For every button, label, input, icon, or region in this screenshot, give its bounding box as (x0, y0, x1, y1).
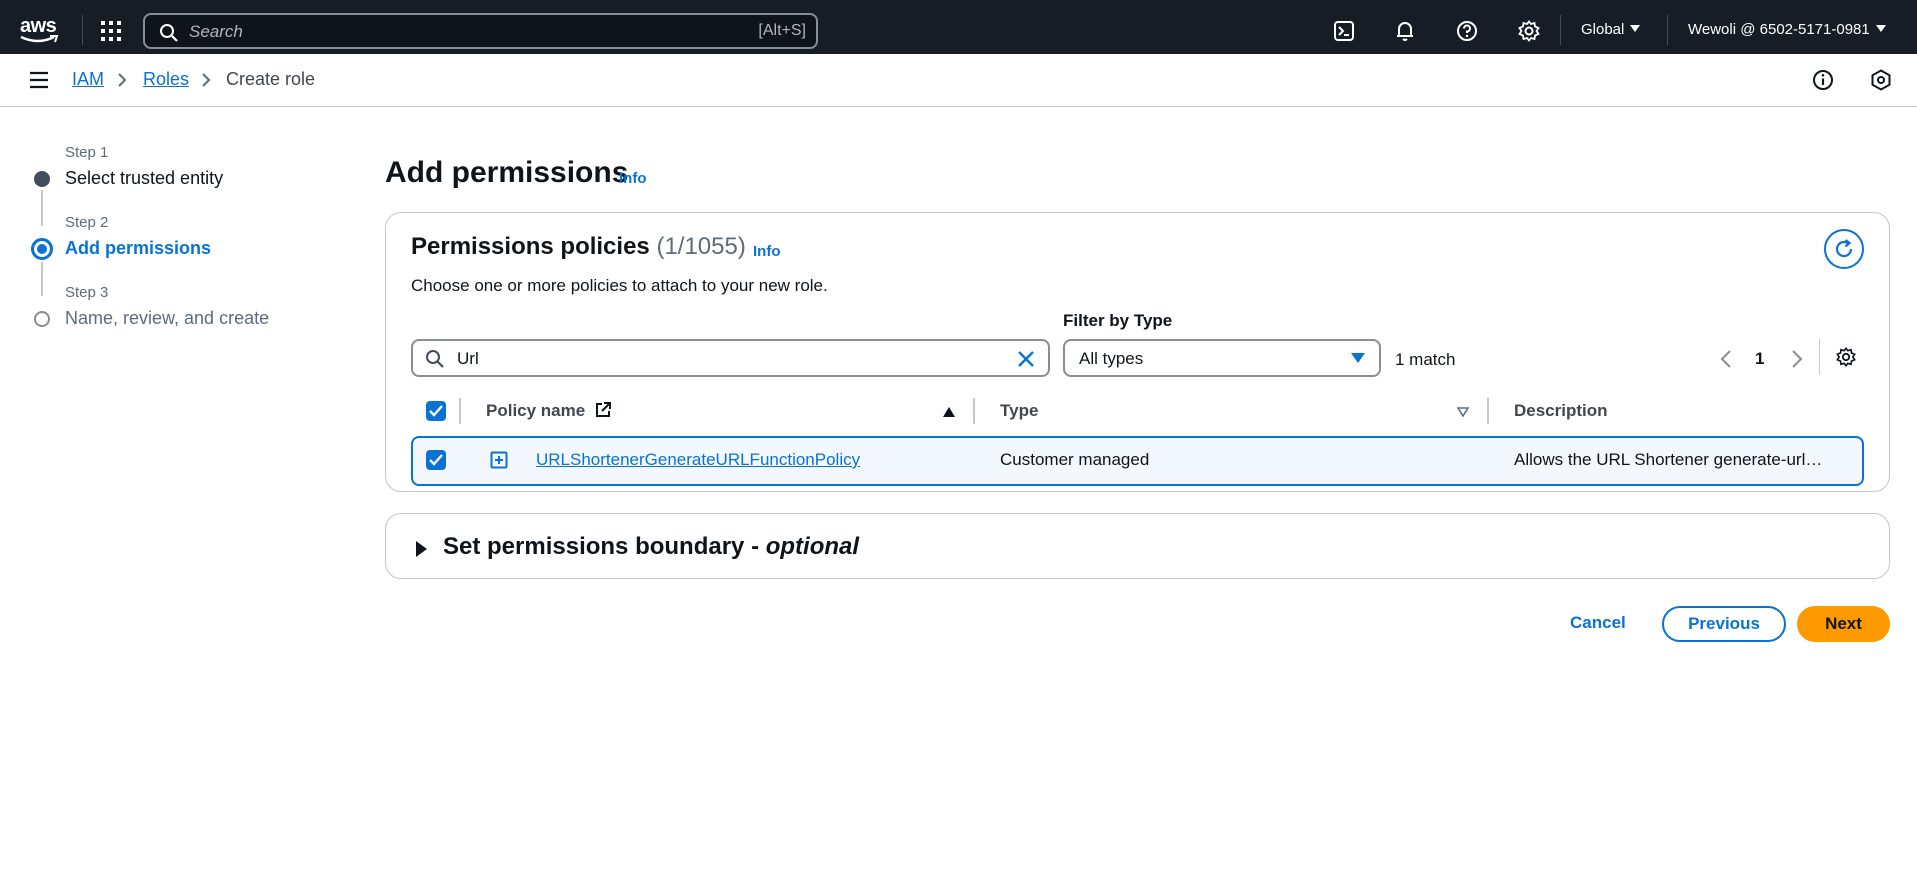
external-link-icon (595, 402, 611, 417)
panel-title-text: Permissions policies (411, 233, 650, 260)
nav-divider (1667, 15, 1668, 45)
clear-search-icon[interactable] (1016, 349, 1036, 374)
aws-logo[interactable]: aws (20, 15, 62, 45)
global-search-input[interactable]: Search [Alt+S] (143, 13, 818, 49)
nav-divider (1560, 15, 1561, 45)
account-label: Wewoli @ 6502-5171-0981 (1688, 21, 1870, 38)
caret-down-icon (1875, 25, 1886, 32)
policy-type: Customer managed (1000, 450, 1150, 469)
sort-ascending-icon[interactable] (943, 407, 955, 417)
refresh-button[interactable] (1824, 229, 1864, 269)
hexagon-settings-icon[interactable] (1870, 69, 1892, 91)
region-label: Global (1581, 21, 1625, 38)
services-grid-icon[interactable] (100, 20, 122, 42)
column-divider (459, 398, 461, 424)
menu-hamburger-icon[interactable] (29, 71, 49, 89)
search-value: Url (457, 349, 479, 368)
region-selector[interactable]: Global (1581, 21, 1641, 38)
next-page-icon[interactable] (1791, 349, 1803, 374)
top-navigation: aws Search [Alt+S] Global Wewoli @ 6502-… (0, 0, 1917, 54)
panel-title: Permissions policies (1/1055) (411, 233, 746, 261)
sort-descending-icon[interactable] (1457, 407, 1469, 417)
step-3-title: Name, review, and create (65, 308, 270, 328)
checkmark-icon (429, 454, 443, 466)
caret-right-icon (416, 541, 427, 557)
current-page-number[interactable]: 1 (1755, 349, 1764, 369)
select-all-checkbox[interactable] (426, 401, 446, 421)
account-menu[interactable]: Wewoli @ 6502-5171-0981 (1688, 21, 1886, 38)
step-1-title[interactable]: Select trusted entity (65, 168, 223, 189)
permissions-boundary-title[interactable]: Set permissions boundary - optional (443, 533, 859, 561)
cloudshell-icon[interactable] (1333, 20, 1355, 42)
breadcrumb-roles[interactable]: Roles (143, 69, 189, 90)
search-placeholder: Search (189, 22, 243, 41)
column-header-description[interactable]: Description (1514, 401, 1608, 421)
search-icon (425, 349, 445, 374)
column-divider (1487, 398, 1489, 424)
filter-type-select[interactable]: All types (1063, 339, 1381, 377)
caret-down-icon (1351, 353, 1365, 363)
breadcrumb-current: Create role (226, 69, 316, 89)
info-panel-icon[interactable] (1812, 69, 1834, 91)
step-1-label: Step 1 (65, 144, 109, 161)
page-title: Add permissions (385, 156, 629, 189)
next-button[interactable]: Next (1797, 606, 1890, 642)
policy-description: Allows the URL Shortener generate-url… (1514, 450, 1823, 469)
step-3-label: Step 3 (65, 284, 109, 301)
step-2-label: Step 2 (65, 214, 109, 231)
policy-search-input[interactable]: Url (411, 339, 1050, 377)
step-completed-dot-icon (34, 171, 50, 187)
pager-divider (1819, 339, 1820, 375)
filter-type-value: All types (1079, 349, 1144, 368)
expand-row-plus-icon[interactable] (490, 451, 508, 474)
step-connector (41, 262, 43, 296)
search-shortcut-hint: [Alt+S] (758, 22, 806, 39)
help-icon[interactable] (1456, 20, 1478, 42)
caret-down-icon (1630, 25, 1641, 32)
table-preferences-gear-icon[interactable] (1836, 347, 1856, 372)
refresh-icon (1835, 239, 1853, 258)
column-header-policy-name-text: Policy name (486, 401, 586, 420)
filter-by-type-label: Filter by Type (1063, 311, 1173, 330)
step-active-dot-icon (31, 238, 53, 260)
cancel-button[interactable]: Cancel (1570, 613, 1626, 633)
column-header-policy-name[interactable]: Policy name (486, 401, 612, 421)
panel-description: Choose one or more policies to attach to… (411, 276, 828, 295)
previous-page-icon[interactable] (1720, 349, 1732, 374)
step-2-title: Add permissions (65, 238, 212, 258)
page-info-link[interactable]: Info (619, 170, 647, 187)
policy-name-link[interactable]: URLShortenerGenerateURLFunctionPolicy (536, 450, 860, 470)
panel-info-link[interactable]: Info (753, 243, 781, 260)
optional-label: optional (765, 533, 860, 560)
checkmark-icon (429, 405, 443, 417)
chevron-right-icon (201, 72, 211, 93)
column-header-type[interactable]: Type (1000, 401, 1038, 421)
previous-button[interactable]: Previous (1662, 606, 1786, 642)
match-count: 1 match (1395, 350, 1456, 369)
permissions-boundary-title-text: Set permissions boundary - (443, 533, 766, 560)
step-pending-dot-icon (34, 311, 50, 327)
notifications-bell-icon[interactable] (1394, 20, 1416, 42)
breadcrumb-iam[interactable]: IAM (72, 69, 104, 90)
chevron-right-icon (117, 72, 127, 93)
nav-divider (82, 15, 83, 45)
search-icon (159, 23, 179, 48)
step-connector (41, 190, 43, 226)
settings-gear-icon[interactable] (1518, 20, 1540, 42)
breadcrumb-bar: IAM Roles Create role (0, 54, 1917, 107)
column-divider (973, 398, 975, 424)
row-select-checkbox[interactable] (426, 450, 446, 470)
selected-count: (1/1055) (656, 233, 746, 260)
